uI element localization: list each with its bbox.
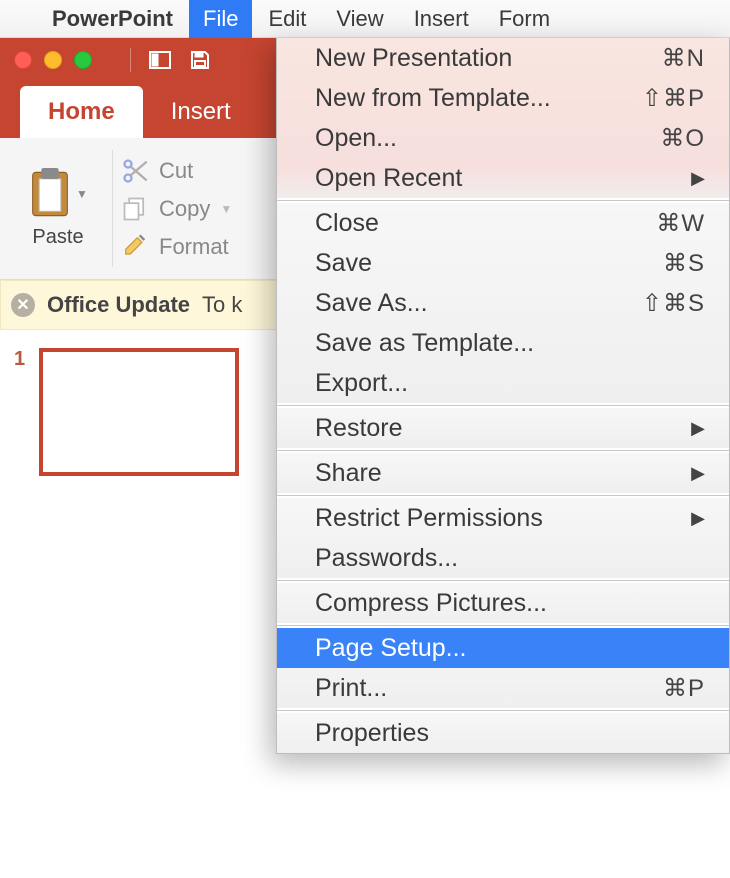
minimize-window-icon[interactable] [44, 51, 62, 69]
titlebar-separator [130, 48, 131, 72]
clipboard-icon [28, 168, 72, 220]
menu-save-as-template[interactable]: Save as Template... [277, 323, 729, 363]
paste-label: Paste [32, 226, 83, 249]
menubar-insert[interactable]: Insert [400, 0, 483, 38]
window-traffic-lights [14, 51, 92, 69]
menu-item-label: Page Setup... [315, 634, 467, 663]
menu-separator [277, 710, 729, 711]
chevron-down-icon: ▼ [76, 187, 88, 201]
copy-icon [121, 195, 149, 223]
menu-item-label: Print... [315, 674, 387, 703]
paste-button[interactable]: ▼ Paste [12, 144, 104, 273]
format-label: Format [159, 234, 229, 260]
cut-button[interactable]: Cut [121, 157, 232, 185]
clipboard-actions: Cut Copy ▼ Format [121, 144, 232, 273]
cut-label: Cut [159, 158, 193, 184]
save-icon[interactable] [185, 48, 215, 72]
menu-item-label: Share [315, 459, 382, 488]
submenu-arrow-icon: ▶ [691, 508, 705, 529]
format-painter-button[interactable]: Format [121, 233, 232, 261]
menu-item-label: Close [315, 209, 379, 238]
ribbon-tab-home[interactable]: Home [20, 86, 143, 138]
menubar-edit[interactable]: Edit [254, 0, 320, 38]
menu-separator [277, 405, 729, 406]
menu-new-presentation[interactable]: New Presentation ⌘N [277, 38, 729, 78]
menu-item-shortcut: ⌘O [660, 124, 705, 153]
zoom-window-icon[interactable] [74, 51, 92, 69]
menu-item-shortcut: ⌘S [663, 249, 705, 278]
menu-item-label: Export... [315, 369, 408, 398]
copy-label: Copy [159, 196, 210, 222]
slide-number: 1 [14, 348, 25, 476]
menu-page-setup[interactable]: Page Setup... [277, 628, 729, 668]
slide-thumbnail[interactable] [39, 348, 239, 476]
scissors-icon [121, 157, 149, 185]
close-update-bar-icon[interactable]: ✕ [11, 293, 35, 317]
mac-menubar: PowerPoint File Edit View Insert Form [0, 0, 730, 38]
menu-item-shortcut: ⌘W [656, 209, 705, 238]
menu-item-shortcut: ⌘P [663, 674, 705, 703]
menu-save-as[interactable]: Save As... ⇧⌘S [277, 283, 729, 323]
menu-separator [277, 580, 729, 581]
ribbon-tab-insert[interactable]: Insert [143, 86, 259, 138]
menu-restrict-permissions[interactable]: Restrict Permissions ▶ [277, 498, 729, 538]
menu-close[interactable]: Close ⌘W [277, 203, 729, 243]
menu-item-label: Passwords... [315, 544, 458, 573]
menu-open-recent[interactable]: Open Recent ▶ [277, 158, 729, 198]
format-painter-icon [121, 233, 149, 261]
menubar-format[interactable]: Form [485, 0, 564, 38]
menu-print[interactable]: Print... ⌘P [277, 668, 729, 708]
menu-item-label: New Presentation [315, 44, 512, 73]
close-window-icon[interactable] [14, 51, 32, 69]
menu-item-label: Open... [315, 124, 397, 153]
menu-item-label: Save as Template... [315, 329, 534, 358]
update-body: To k [202, 292, 242, 318]
menu-separator [277, 625, 729, 626]
menu-save[interactable]: Save ⌘S [277, 243, 729, 283]
menubar-app-name[interactable]: PowerPoint [38, 0, 187, 38]
chevron-down-icon: ▼ [220, 202, 232, 216]
menu-share[interactable]: Share ▶ [277, 453, 729, 493]
submenu-arrow-icon: ▶ [691, 463, 705, 484]
menu-export[interactable]: Export... [277, 363, 729, 403]
menu-item-label: Save As... [315, 289, 428, 318]
menubar-view[interactable]: View [322, 0, 397, 38]
menu-item-label: Save [315, 249, 372, 278]
menu-item-label: New from Template... [315, 84, 551, 113]
menubar-file[interactable]: File [189, 0, 252, 38]
menu-item-label: Properties [315, 719, 429, 748]
file-menu-dropdown: New Presentation ⌘N New from Template...… [276, 38, 730, 754]
menu-item-label: Restrict Permissions [315, 504, 543, 533]
menu-item-label: Restore [315, 414, 403, 443]
menu-separator [277, 450, 729, 451]
submenu-arrow-icon: ▶ [691, 418, 705, 439]
menu-separator [277, 495, 729, 496]
panel-view-icon[interactable] [145, 48, 175, 72]
menu-item-shortcut: ⌘N [662, 44, 705, 73]
menu-properties[interactable]: Properties [277, 713, 729, 753]
menu-restore[interactable]: Restore ▶ [277, 408, 729, 448]
update-title: Office Update [47, 292, 190, 318]
menu-compress-pictures[interactable]: Compress Pictures... [277, 583, 729, 623]
menu-separator [277, 200, 729, 201]
menu-item-label: Compress Pictures... [315, 589, 547, 618]
menu-new-from-template[interactable]: New from Template... ⇧⌘P [277, 78, 729, 118]
submenu-arrow-icon: ▶ [691, 168, 705, 189]
menu-open[interactable]: Open... ⌘O [277, 118, 729, 158]
menu-item-shortcut: ⇧⌘S [642, 289, 705, 318]
ribbon-separator [112, 150, 113, 267]
copy-button[interactable]: Copy ▼ [121, 195, 232, 223]
menu-item-shortcut: ⇧⌘P [642, 84, 705, 113]
menu-item-label: Open Recent [315, 164, 462, 193]
menu-passwords[interactable]: Passwords... [277, 538, 729, 578]
